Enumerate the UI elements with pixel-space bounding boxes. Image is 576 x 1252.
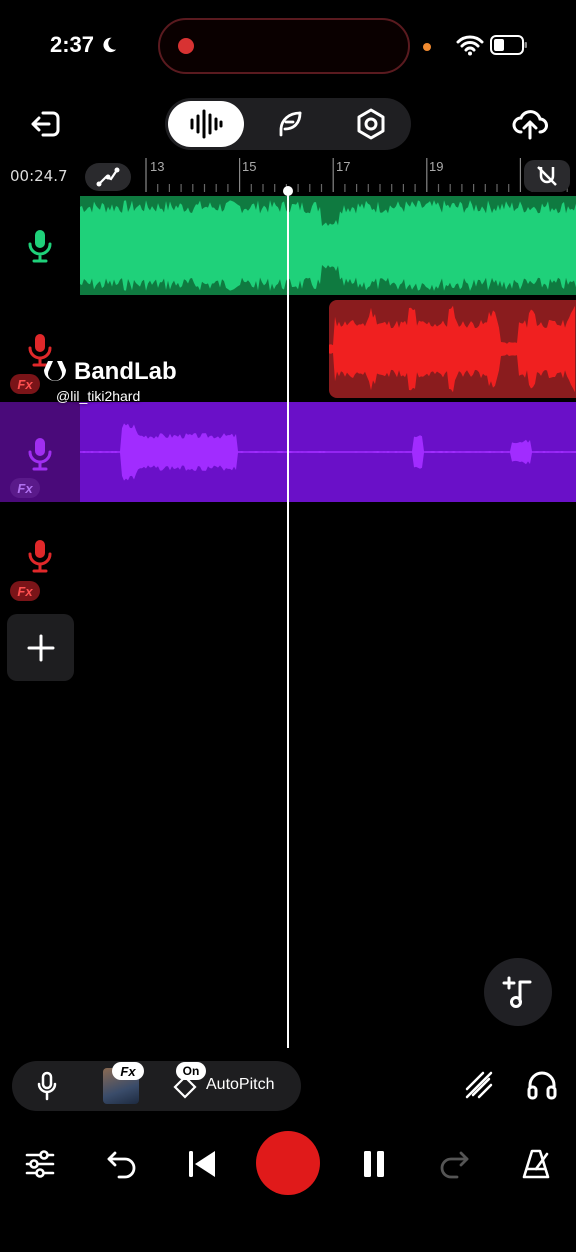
waveform-icon bbox=[190, 109, 223, 139]
exit-icon bbox=[31, 111, 60, 137]
autopitch-label[interactable]: AutoPitch bbox=[206, 1076, 274, 1094]
wifi-icon bbox=[456, 35, 484, 56]
pause-button[interactable] bbox=[354, 1144, 394, 1184]
monitor-button[interactable] bbox=[522, 1066, 562, 1104]
waveform-shape bbox=[80, 200, 576, 291]
fx-badge-track-3[interactable]: Fx bbox=[10, 478, 40, 498]
automation-button[interactable] bbox=[85, 163, 131, 191]
mode-tab-tracks[interactable] bbox=[168, 101, 244, 147]
bandlab-logo-icon bbox=[44, 361, 66, 381]
moon-icon bbox=[103, 37, 117, 53]
cloud-upload-icon bbox=[512, 110, 548, 140]
redo-button[interactable] bbox=[434, 1144, 474, 1184]
skip-back-icon bbox=[189, 1151, 215, 1177]
mode-tab-lyrics[interactable] bbox=[264, 101, 314, 147]
playhead[interactable] bbox=[287, 190, 289, 1048]
track-3-mic-button[interactable] bbox=[20, 434, 60, 474]
watermark-username: @lil_tiki2hard bbox=[56, 388, 141, 404]
metronome-button[interactable] bbox=[516, 1144, 556, 1184]
bar-label: 19 bbox=[429, 159, 444, 174]
audio-clip-track-3[interactable] bbox=[80, 402, 576, 502]
tuning-fork-icon bbox=[465, 1071, 493, 1099]
microphone-icon bbox=[28, 438, 52, 471]
fx-badge-track-2[interactable]: Fx bbox=[10, 374, 40, 394]
automation-curve-icon bbox=[96, 167, 120, 187]
input-mic-button[interactable] bbox=[30, 1068, 64, 1104]
brand-label: BandLab bbox=[74, 358, 177, 385]
mode-tab-settings[interactable] bbox=[346, 101, 396, 147]
waveform bbox=[329, 305, 575, 393]
skip-to-start-button[interactable] bbox=[182, 1144, 222, 1184]
fx-badge-track-4[interactable]: Fx bbox=[10, 581, 40, 601]
microphone-icon bbox=[28, 230, 52, 263]
undo-icon bbox=[107, 1151, 136, 1179]
watermark-brand: BandLab bbox=[42, 358, 177, 386]
fx-chip[interactable]: Fx bbox=[112, 1062, 144, 1080]
track-1-mic-button[interactable] bbox=[20, 226, 60, 266]
waveform-shape bbox=[329, 305, 575, 393]
add-music-note-icon bbox=[502, 976, 532, 1008]
playhead-handle[interactable] bbox=[283, 186, 293, 196]
ruler-ticks bbox=[145, 158, 568, 192]
mixer-button[interactable] bbox=[20, 1144, 60, 1184]
tuner-button[interactable] bbox=[460, 1066, 498, 1104]
waveform bbox=[80, 200, 576, 291]
status-time: 2:37 bbox=[50, 32, 118, 58]
metronome-icon bbox=[522, 1149, 550, 1179]
settings-hexagon-icon bbox=[357, 108, 385, 140]
waveform bbox=[80, 423, 576, 481]
magnet-off-icon bbox=[537, 166, 557, 186]
exit-button[interactable] bbox=[24, 104, 68, 144]
audio-clip-track-1[interactable] bbox=[80, 196, 576, 295]
mic-privacy-dot bbox=[423, 43, 431, 51]
upload-button[interactable] bbox=[506, 104, 554, 144]
snap-toggle[interactable] bbox=[524, 160, 570, 192]
clock: 2:37 bbox=[50, 32, 95, 57]
headphones-icon bbox=[527, 1071, 557, 1100]
undo-button[interactable] bbox=[102, 1144, 142, 1184]
audio-clip-track-2[interactable] bbox=[329, 300, 576, 398]
bar-label: 15 bbox=[242, 159, 257, 174]
time-readout: 00:24.7 bbox=[10, 167, 68, 185]
pause-icon bbox=[364, 1151, 384, 1177]
bar-label: 17 bbox=[336, 159, 351, 174]
waveform-shape bbox=[80, 423, 576, 481]
track-4-mic-button[interactable] bbox=[20, 536, 60, 576]
microphone-icon bbox=[28, 540, 52, 573]
bar-label: 13 bbox=[150, 159, 165, 174]
add-track-button[interactable] bbox=[7, 614, 74, 681]
plus-icon bbox=[27, 634, 54, 661]
microphone-icon bbox=[37, 1071, 57, 1101]
autopitch-state: On bbox=[176, 1062, 206, 1080]
feather-icon bbox=[279, 111, 302, 137]
add-instrument-button[interactable] bbox=[484, 958, 552, 1026]
timeline-ruler[interactable]: 13 15 17 19 bbox=[142, 156, 576, 192]
dynamic-island bbox=[158, 18, 410, 74]
battery-icon bbox=[490, 35, 527, 55]
redo-icon bbox=[440, 1151, 469, 1179]
recording-indicator bbox=[178, 38, 194, 54]
sliders-icon bbox=[25, 1150, 55, 1178]
record-button[interactable] bbox=[256, 1131, 320, 1195]
